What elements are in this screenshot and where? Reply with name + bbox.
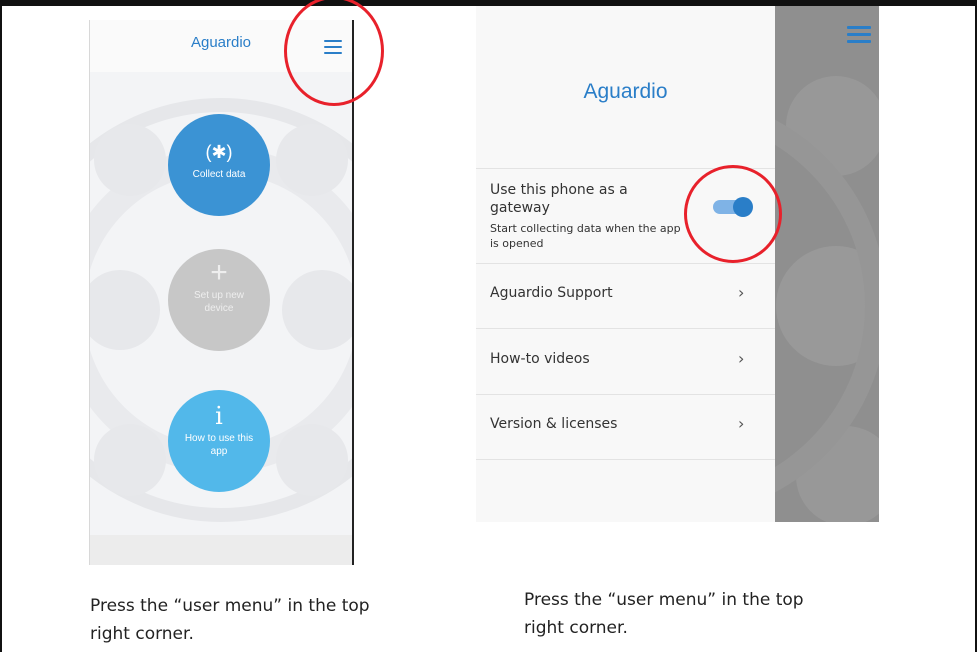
gateway-subtitle: Start collecting data when the app is op… xyxy=(490,222,681,250)
caption-left: Press the “user menu” in the top right c… xyxy=(90,596,370,644)
chevron-right-icon: › xyxy=(738,283,745,302)
collect-data-label: Collect data xyxy=(192,169,246,180)
gateway-title: Use this phone as a gateway xyxy=(490,182,628,216)
bottom-bar xyxy=(90,535,352,565)
collect-data-button[interactable]: (✱) Collect data xyxy=(168,114,270,216)
menu-item-label: Version & licenses xyxy=(490,416,618,432)
how-to-use-label: How to use this app xyxy=(184,433,254,457)
setup-device-button[interactable]: + Set up new device xyxy=(168,249,270,351)
side-menu-screen: Aguardio Use this phone as a gateway Sta… xyxy=(476,6,879,522)
drawer-logo: Aguardio xyxy=(583,80,668,103)
bluetooth-icon: (✱) xyxy=(205,142,233,162)
highlight-circle-toggle xyxy=(684,165,782,263)
setup-device-label: Set up new device xyxy=(193,290,245,314)
highlight-circle-menu xyxy=(284,0,384,106)
menu-item-videos[interactable]: How-to videos › xyxy=(476,329,775,395)
caption-right: Press the “user menu” in the top right c… xyxy=(524,590,804,638)
menu-item-label: How-to videos xyxy=(490,351,590,367)
info-icon: i xyxy=(215,402,223,430)
side-drawer: Aguardio Use this phone as a gateway Sta… xyxy=(476,6,775,522)
chevron-right-icon: › xyxy=(738,414,745,433)
menu-item-version[interactable]: Version & licenses › xyxy=(476,394,775,460)
plus-icon: + xyxy=(210,256,228,289)
menu-item-support[interactable]: Aguardio Support › xyxy=(476,263,775,329)
chevron-right-icon: › xyxy=(738,349,745,368)
hamburger-menu-icon[interactable] xyxy=(847,26,871,44)
how-to-use-button[interactable]: i How to use this app xyxy=(168,390,270,492)
menu-item-label: Aguardio Support xyxy=(490,285,613,301)
